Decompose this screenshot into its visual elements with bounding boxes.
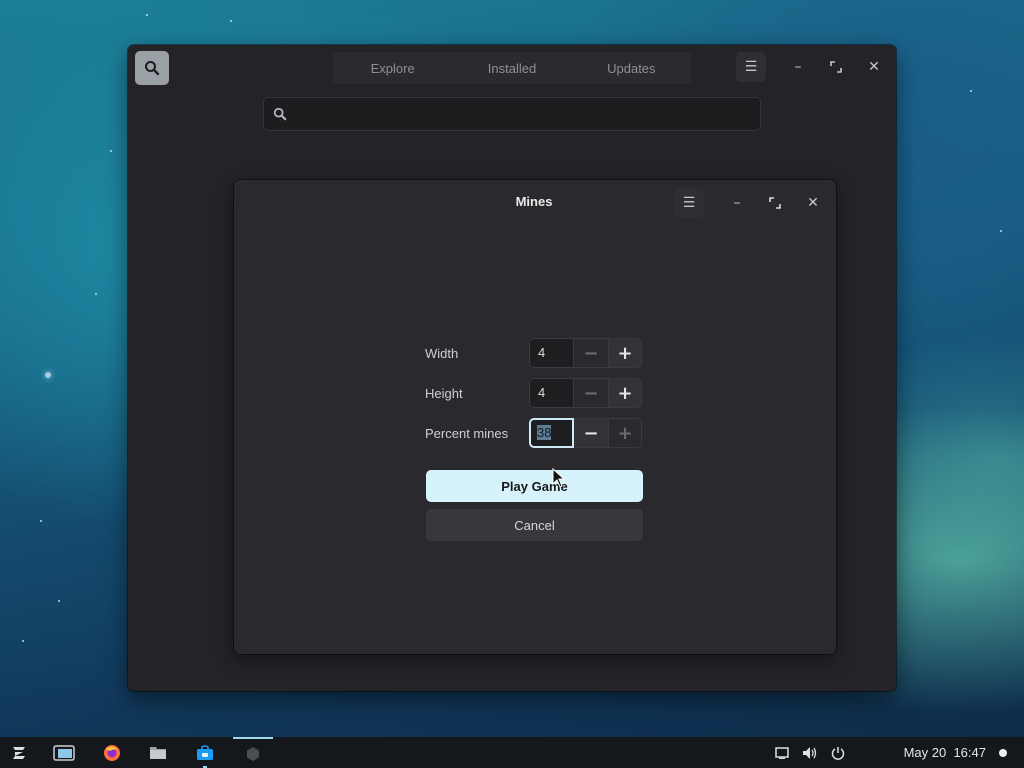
play-game-button[interactable]: Play Game — [426, 470, 643, 502]
maximize-icon — [830, 61, 842, 73]
minimize-icon: – — [794, 59, 802, 75]
minimize-button[interactable]: – — [783, 52, 813, 82]
percent-mines-input[interactable]: 38 — [529, 418, 574, 448]
mouse-cursor-icon — [552, 468, 566, 488]
close-button[interactable]: ✕ — [859, 52, 889, 82]
workspace-switcher-button[interactable] — [50, 737, 78, 768]
width-label: Width — [425, 346, 459, 361]
power-icon — [831, 746, 845, 760]
status-dot-icon[interactable] — [999, 749, 1007, 757]
volume-icon — [803, 746, 817, 759]
clock[interactable]: May 20 16:47 — [904, 737, 986, 768]
search-input[interactable] — [263, 97, 761, 131]
close-icon: ✕ — [807, 195, 819, 211]
main-menu-button[interactable]: ☰ — [736, 52, 766, 82]
view-switcher: Explore Installed Updates — [333, 52, 691, 84]
height-label: Height — [425, 386, 463, 401]
width-input[interactable]: 4 — [529, 338, 574, 368]
cancel-button[interactable]: Cancel — [426, 509, 643, 541]
dialog-menu-button[interactable]: ☰ — [674, 188, 704, 218]
percent-mines-label: Percent mines — [425, 426, 509, 441]
mines-icon — [247, 746, 259, 761]
dialog-maximize-button[interactable] — [760, 188, 790, 218]
hamburger-icon: ☰ — [744, 59, 758, 75]
taskbar: May 20 16:47 — [0, 737, 1024, 768]
percent-mines-increment-button[interactable]: + — [608, 418, 642, 448]
height-decrement-button[interactable]: − — [574, 378, 608, 408]
maximize-button[interactable] — [821, 52, 851, 82]
mines-taskbar-button[interactable] — [233, 737, 273, 768]
store-bag-icon — [197, 744, 213, 760]
close-icon: ✕ — [868, 59, 880, 75]
window-icon — [53, 744, 75, 761]
percent-mines-decrement-button[interactable]: − — [574, 418, 608, 448]
date-label: May 20 — [903, 745, 947, 760]
height-increment-button[interactable]: + — [608, 378, 642, 408]
search-icon — [145, 61, 160, 76]
width-increment-button[interactable]: + — [608, 338, 642, 368]
zorin-menu-button[interactable] — [8, 737, 30, 768]
tab-installed[interactable]: Installed — [452, 52, 571, 84]
tab-explore[interactable]: Explore — [333, 52, 452, 84]
selected-text: 38 — [537, 425, 552, 440]
height-input[interactable]: 4 — [529, 378, 574, 408]
width-decrement-button[interactable]: − — [574, 338, 608, 368]
dialog-close-button[interactable]: ✕ — [798, 188, 828, 218]
files-button[interactable] — [146, 737, 170, 768]
zorin-logo-icon — [13, 746, 25, 759]
folder-icon — [150, 747, 166, 759]
software-button[interactable] — [193, 737, 217, 768]
power-button[interactable] — [828, 737, 848, 768]
firefox-button[interactable] — [100, 737, 124, 768]
dialog-minimize-button[interactable]: – — [722, 188, 752, 218]
tab-updates[interactable]: Updates — [572, 52, 691, 84]
mines-dialog: Mines ☰ – ✕ Width 4 − + Height 4 − + Per… — [234, 180, 836, 654]
search-icon — [273, 107, 287, 121]
notifications-button[interactable] — [772, 737, 792, 768]
hamburger-icon: ☰ — [682, 195, 696, 211]
firefox-icon — [104, 744, 120, 761]
maximize-icon — [769, 197, 781, 209]
minimize-icon: – — [733, 195, 741, 211]
search-toggle-button[interactable] — [135, 51, 169, 85]
volume-button[interactable] — [800, 737, 820, 768]
screen-icon — [775, 746, 789, 759]
time-label: 16:47 — [953, 745, 986, 760]
